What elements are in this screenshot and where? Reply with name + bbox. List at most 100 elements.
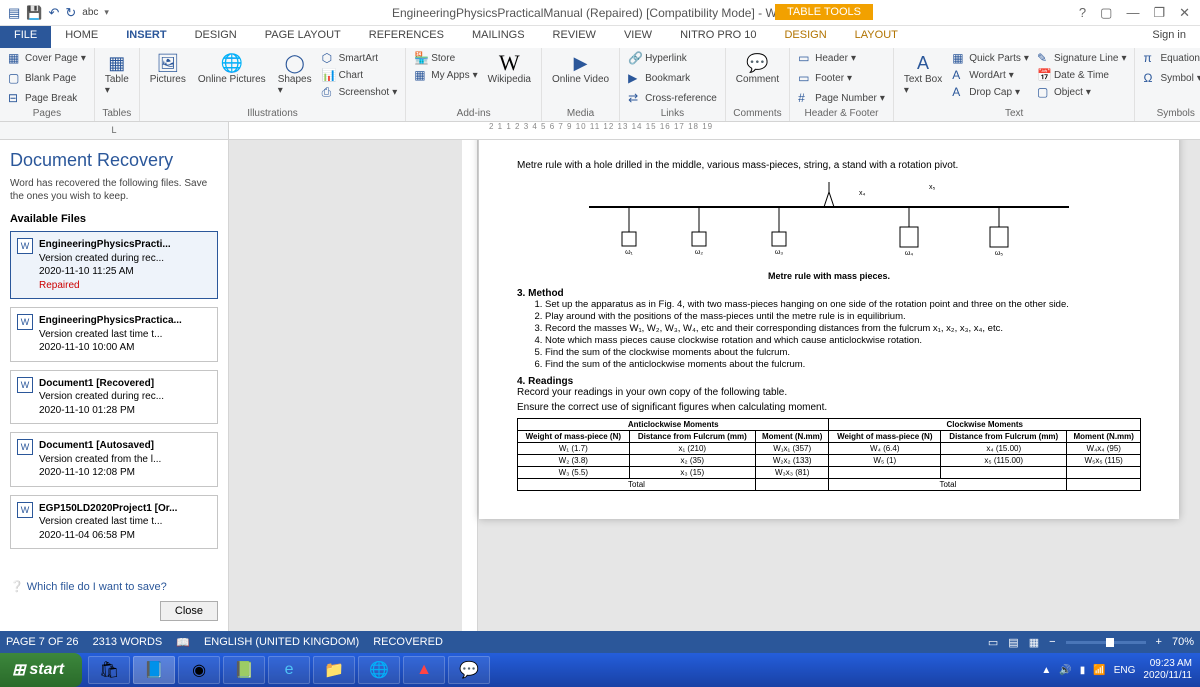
footer-button[interactable]: ▭Footer ▾ [796,70,854,86]
view-print-icon[interactable]: ▤ [1008,636,1018,649]
pictures-button[interactable]: 🖼Pictures [146,50,190,87]
save-icon[interactable]: 💾 [26,5,42,21]
tray-network-icon[interactable]: 📶 [1093,665,1105,676]
taskbar-chrome-icon[interactable]: ◉ [178,656,220,684]
group-label-tables: Tables [101,107,133,119]
quick-parts-button[interactable]: ▦Quick Parts ▾ [950,50,1031,66]
cover-page-button[interactable]: ▦Cover Page ▾ [6,50,88,66]
help-icon[interactable]: ? [1079,5,1086,21]
group-label-symbols: Symbols [1141,107,1200,119]
tab-view[interactable]: VIEW [610,26,666,48]
tab-insert[interactable]: INSERT [112,26,180,48]
view-read-icon[interactable]: ▭ [988,636,998,649]
tray-up-icon[interactable]: ▲ [1041,665,1051,676]
blank-page-button[interactable]: ▢Blank Page [6,70,78,86]
smartart-button[interactable]: ⬡SmartArt [320,50,400,66]
horizontal-ruler[interactable]: L 2 1 1 2 3 4 5 6 7 9 10 11 12 13 14 15 … [0,122,1200,140]
bookmark-button[interactable]: ▶Bookmark [626,70,692,86]
tab-home[interactable]: HOME [51,26,112,48]
spelling-icon[interactable]: abc [82,7,98,18]
taskbar-explorer-icon[interactable]: 📁 [313,656,355,684]
screenshot-button[interactable]: ⎙Screenshot ▾ [320,84,400,101]
contextual-tab-label: TABLE TOOLS [775,4,873,20]
status-proofing-icon[interactable]: 📖 [176,636,190,649]
shapes-button[interactable]: ◯Shapes▾ [274,50,316,98]
sign-in-link[interactable]: Sign in [1138,26,1200,48]
tab-table-design[interactable]: DESIGN [770,26,840,48]
drop-cap-button[interactable]: ADrop Cap ▾ [950,84,1031,100]
redo-icon[interactable]: ↻ [65,5,76,21]
tab-table-layout[interactable]: LAYOUT [841,26,912,48]
tray-volume-icon[interactable]: 🔊 [1059,665,1071,676]
which-file-link[interactable]: ❔ Which file do I want to save? [10,580,218,593]
zoom-slider[interactable] [1066,641,1146,644]
taskbar-apps: 🛍 📘 ◉ 📗 e 📁 🌐 ▲ 💬 [88,653,490,687]
svg-text:ω₁: ω₁ [625,249,633,256]
status-language[interactable]: ENGLISH (UNITED KINGDOM) [204,636,359,648]
ribbon-display-icon[interactable]: ▢ [1100,5,1112,21]
tray-battery-icon[interactable]: ▮ [1080,665,1086,676]
maximize-icon[interactable]: ❐ [1153,5,1165,21]
qat-customize-icon[interactable]: ▾ [104,7,109,18]
minimize-icon[interactable]: — [1126,5,1139,21]
store-button[interactable]: 🏪Store [412,50,479,66]
undo-icon[interactable]: ↶ [48,5,59,21]
method-step: Record the masses W₁, W₂, W₃, W₄, etc an… [545,323,1141,334]
status-page[interactable]: PAGE 7 OF 26 [6,636,79,648]
tab-page-layout[interactable]: PAGE LAYOUT [251,26,355,48]
online-pictures-button[interactable]: 🌐Online Pictures [194,50,270,87]
readings-table[interactable]: Anticlockwise MomentsClockwise Moments W… [517,418,1141,491]
taskbar-ie-icon[interactable]: e [268,656,310,684]
tab-review[interactable]: REVIEW [539,26,610,48]
comment-button[interactable]: 💬Comment [732,50,783,87]
bookmark-icon: ▶ [628,71,642,85]
tab-design[interactable]: DESIGN [181,26,251,48]
document-page[interactable]: Metre rule with a hole drilled in the mi… [479,140,1179,519]
recovery-file-item[interactable]: WDocument1 [Recovered]Version created du… [10,370,218,425]
online-video-button[interactable]: ▶Online Video [548,50,613,87]
chart-button[interactable]: 📊Chart [320,67,400,83]
table-button[interactable]: ▦Table▾ [101,50,133,98]
page-number-button[interactable]: #Page Number ▾ [796,90,887,106]
group-label-pages: Pages [6,107,88,119]
zoom-in-icon[interactable]: + [1156,636,1162,648]
taskbar-word-icon[interactable]: 📘 [133,656,175,684]
wikipedia-button[interactable]: WWikipedia [484,50,535,87]
view-web-icon[interactable]: ▦ [1029,636,1039,649]
cross-reference-button[interactable]: ⇄Cross-reference [626,90,719,106]
my-apps-button[interactable]: ▦My Apps ▾ [412,67,479,83]
taskbar-store-icon[interactable]: 🛍 [88,656,130,684]
taskbar-adobe-icon[interactable]: ▲ [403,656,445,684]
symbol-button[interactable]: ΩSymbol ▾ [1141,70,1200,86]
zoom-level[interactable]: 70% [1172,636,1194,648]
tray-clock[interactable]: 09:23 AM2020/11/11 [1143,658,1192,682]
tray-language[interactable]: ENG [1114,665,1136,676]
recovery-file-item[interactable]: WEGP150LD2020Project1 [Or...Version crea… [10,495,218,550]
header-button[interactable]: ▭Header ▾ [796,50,858,66]
tab-nitro[interactable]: NITRO PRO 10 [666,26,770,48]
taskbar-whatsapp-icon[interactable]: 💬 [448,656,490,684]
recovery-file-item[interactable]: WEngineeringPhysicsPractica...Version cr… [10,307,218,362]
object-button[interactable]: ▢Object ▾ [1035,84,1129,100]
tab-references[interactable]: REFERENCES [355,26,458,48]
hyperlink-button[interactable]: 🔗Hyperlink [626,50,689,66]
text-box-button[interactable]: AText Box▾ [900,50,946,98]
vertical-ruler[interactable] [462,140,478,631]
start-button[interactable]: ⊞ start [0,653,82,687]
close-icon[interactable]: ✕ [1179,5,1190,21]
page-break-button[interactable]: ⊟Page Break [6,90,79,106]
tab-mailings[interactable]: MAILINGS [458,26,539,48]
date-time-button[interactable]: 📅Date & Time [1035,67,1129,83]
status-words[interactable]: 2313 WORDS [93,636,163,648]
signature-line-button[interactable]: ✎Signature Line ▾ [1035,50,1129,66]
recovery-close-button[interactable]: Close [160,601,218,621]
equation-button[interactable]: πEquation ▾ [1141,50,1200,66]
zoom-out-icon[interactable]: − [1049,636,1055,648]
tab-file[interactable]: FILE [0,26,51,48]
taskbar-excel-icon[interactable]: 📗 [223,656,265,684]
recovery-file-item[interactable]: WEngineeringPhysicsPracti...Version crea… [10,231,218,299]
recovery-file-item[interactable]: WDocument1 [Autosaved]Version created fr… [10,432,218,487]
wordart-button[interactable]: AWordArt ▾ [950,67,1031,83]
taskbar-edge-icon[interactable]: 🌐 [358,656,400,684]
document-area[interactable]: Metre rule with a hole drilled in the mi… [229,140,1200,631]
